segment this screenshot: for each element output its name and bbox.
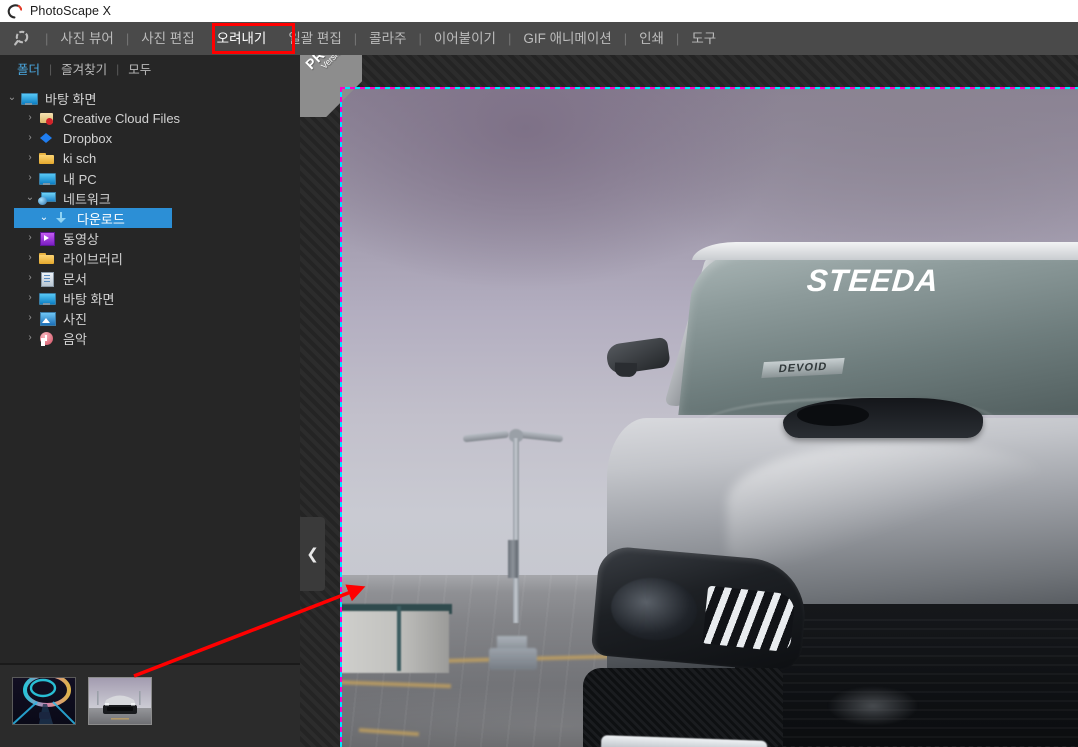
photo-building-edge — [397, 606, 401, 671]
tab-collage[interactable]: 콜라주 — [358, 22, 417, 55]
canvas-corner — [300, 55, 340, 81]
picture-icon — [38, 310, 58, 326]
folder-icon — [38, 150, 58, 166]
tree-item-label: 음악 — [63, 331, 87, 347]
tab-gif-animation[interactable]: GIF 애니메이션 — [512, 22, 622, 55]
windshield-banner-text: STEEDA — [805, 266, 941, 296]
car-roof-trim — [692, 242, 1078, 260]
chevron-right-icon[interactable]: › — [22, 273, 38, 283]
car-side-mirror — [605, 336, 671, 376]
tree-item-label: Dropbox — [63, 130, 113, 146]
neon-road-thumbnail[interactable] — [12, 677, 76, 725]
folder-icon — [38, 250, 58, 266]
tree-item-label: 네트워크 — [63, 191, 111, 207]
tree-item-label: 라이브러리 — [63, 251, 123, 267]
tree-item-0[interactable]: ⌄ 바탕 화면 — [0, 88, 300, 108]
photoscape-logo-icon — [7, 3, 23, 19]
chevron-right-icon[interactable]: › — [22, 253, 38, 263]
chevron-right-icon[interactable]: › — [22, 133, 38, 143]
tree-item-6[interactable]: ⌄ 다운로드 — [14, 208, 172, 228]
lamp-base — [489, 648, 537, 670]
chevron-right-icon[interactable]: › — [22, 313, 38, 323]
photoscape-window: PhotoScape X | 사진 뷰어 | 사진 편집 오려내기 일괄 편집 … — [0, 0, 1078, 747]
photo-building-body — [341, 611, 449, 673]
lamp-post — [513, 438, 519, 623]
car-pony-emblem — [827, 686, 919, 726]
tree-item-label: Creative Cloud Files — [63, 110, 181, 126]
tree-item-12[interactable]: › 음악 — [0, 328, 300, 348]
chevron-down-icon[interactable]: ⌄ — [22, 193, 38, 203]
sidebar-tab-folder[interactable]: 폴더 — [8, 59, 49, 78]
tree-item-2[interactable]: › Dropbox — [0, 128, 300, 148]
download-icon — [52, 210, 72, 226]
tree-item-label: 바탕 화면 — [45, 91, 97, 107]
chevron-right-icon[interactable]: › — [22, 113, 38, 123]
sidebar-tab-bar: 폴더 | 즐겨찾기 | 모두 — [0, 55, 300, 82]
chevron-down-icon[interactable]: ⌄ — [4, 93, 20, 103]
left-sidebar: 폴더 | 즐겨찾기 | 모두 ⌄ 바탕 화면 › Creative Cloud Fil… — [0, 55, 300, 747]
chevron-down-icon[interactable]: ⌄ — [36, 213, 52, 223]
chevron-right-icon[interactable]: › — [22, 153, 38, 163]
title-bar: PhotoScape X — [0, 0, 1078, 22]
main-menu-bar: | 사진 뷰어 | 사진 편집 오려내기 일괄 편집 | 콜라주 | 이어붙이기… — [0, 22, 1078, 55]
dropbox-icon — [38, 130, 58, 146]
chevron-right-icon[interactable]: › — [22, 293, 38, 303]
tree-item-9[interactable]: › 문서 — [0, 268, 300, 288]
car-hood-scoop — [783, 398, 983, 438]
tree-item-label: 사진 — [63, 311, 87, 327]
panel-collapse-handle[interactable]: ❮ — [300, 517, 325, 591]
tree-item-11[interactable]: › 사진 — [0, 308, 300, 328]
thumbnail-strip — [0, 665, 300, 747]
tree-item-5[interactable]: ⌄ 네트워크 — [0, 188, 300, 208]
chevron-right-icon[interactable]: › — [22, 233, 38, 243]
car-drl-bars — [702, 585, 796, 653]
tree-item-label: 다운로드 — [77, 211, 125, 227]
chevron-right-icon[interactable]: › — [22, 333, 38, 343]
tree-item-4[interactable]: › 내 PC — [0, 168, 300, 188]
tree-item-label: 내 PC — [63, 171, 97, 187]
tab-combine[interactable]: 이어붙이기 — [423, 22, 507, 55]
tree-item-label: 동영상 — [63, 231, 99, 247]
tab-photo-edit[interactable]: 사진 편집 — [130, 22, 205, 55]
tree-item-3[interactable]: › ki sch — [0, 148, 300, 168]
network-icon — [38, 190, 58, 206]
folder-tree: ⌄ 바탕 화면 › Creative Cloud Files › Dropbox › ki s… — [0, 88, 300, 663]
sidebar-tab-all[interactable]: 모두 — [119, 59, 160, 78]
chevron-right-icon[interactable]: › — [22, 173, 38, 183]
crop-canvas[interactable]: PRO Version STEEDA DEVOID ❮ — [300, 55, 1078, 747]
tab-cutout[interactable]: 오려내기 — [206, 22, 278, 55]
photo-canvas-image[interactable]: STEEDA DEVOID STEEDA — [341, 88, 1078, 747]
tree-item-label: 문서 — [63, 271, 87, 287]
mustang-car-thumbnail[interactable] — [88, 677, 152, 725]
search-icon[interactable] — [0, 22, 44, 55]
tree-item-label: 바탕 화면 — [63, 291, 115, 307]
monitor-icon — [38, 290, 58, 306]
tree-item-8[interactable]: › 라이브러리 — [0, 248, 300, 268]
music-icon — [38, 330, 58, 346]
tree-item-10[interactable]: › 바탕 화면 — [0, 288, 300, 308]
document-icon — [38, 270, 58, 287]
sidebar-tab-favorites[interactable]: 즐겨찾기 — [52, 59, 116, 78]
tab-photo-viewer[interactable]: 사진 뷰어 — [49, 22, 124, 55]
tree-item-label: ki sch — [63, 150, 97, 166]
car-hood-highlight — [727, 443, 1057, 563]
video-icon — [38, 230, 58, 246]
tab-batch-edit[interactable]: 일괄 편집 — [277, 22, 352, 55]
monitor-icon — [20, 90, 40, 106]
tree-item-7[interactable]: › 동영상 — [0, 228, 300, 248]
window-title: PhotoScape X — [30, 4, 112, 18]
tab-print[interactable]: 인쇄 — [628, 22, 675, 55]
tab-tools[interactable]: 도구 — [680, 22, 727, 55]
tree-item-1[interactable]: › Creative Cloud Files — [0, 108, 300, 128]
monitor-icon — [38, 170, 58, 186]
photo-car: STEEDA DEVOID STEEDA — [577, 238, 1078, 747]
lamp-control-box — [508, 540, 518, 578]
creative-cloud-icon — [38, 110, 58, 126]
